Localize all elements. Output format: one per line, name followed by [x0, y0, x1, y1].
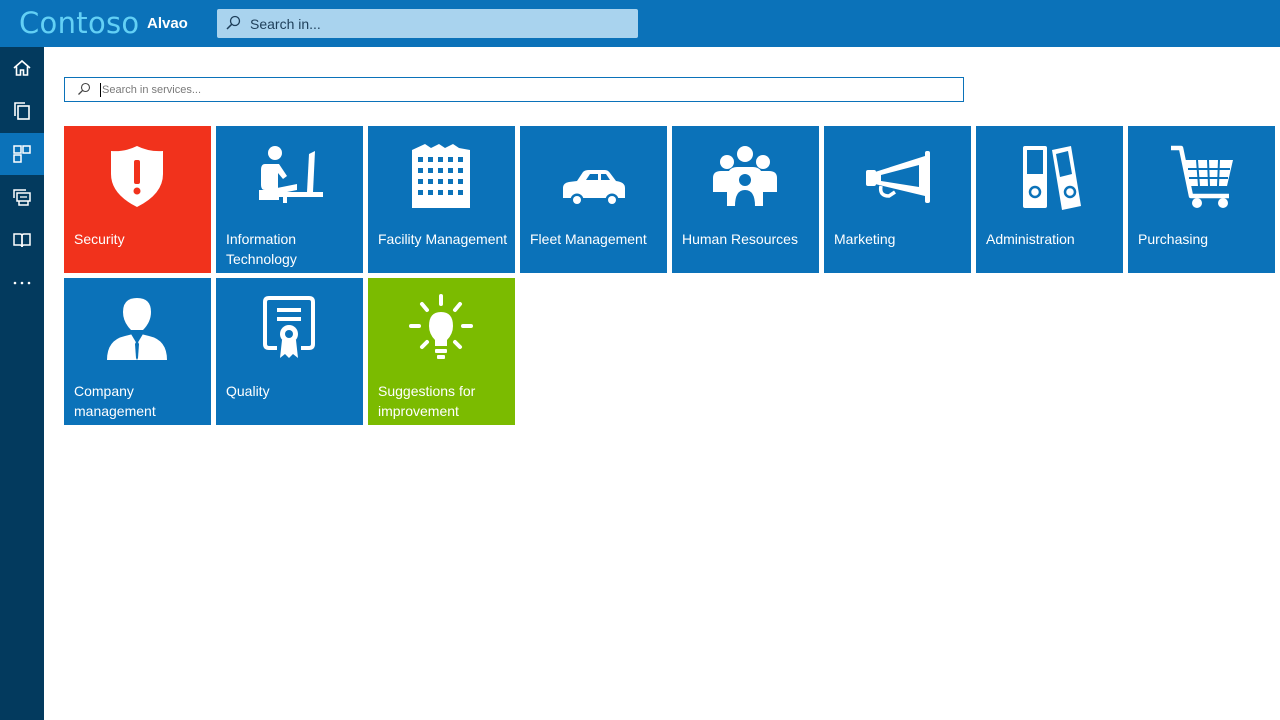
- service-tile-security[interactable]: Security: [64, 126, 211, 273]
- tile-label: Information Technology: [226, 231, 297, 267]
- tile-label: Security: [74, 231, 125, 247]
- service-search-input[interactable]: [102, 78, 952, 101]
- service-tile-administration[interactable]: Administration: [976, 126, 1123, 273]
- service-tile-quality[interactable]: Quality: [216, 278, 363, 425]
- top-bar: Contoso Alvao: [0, 0, 1280, 47]
- tile-label: Suggestions for improvement: [378, 383, 476, 419]
- app-name[interactable]: Alvao: [147, 15, 188, 32]
- binders-icon: [1023, 146, 1081, 210]
- tile-label: Quality: [226, 383, 270, 399]
- building-icon: [412, 144, 470, 208]
- service-tile-company-management[interactable]: Company management: [64, 278, 211, 425]
- shopping-cart-icon: [1171, 145, 1233, 208]
- person-at-computer-icon: [259, 146, 323, 203]
- tile-label: Marketing: [834, 231, 896, 247]
- service-tile-marketing[interactable]: Marketing: [824, 126, 971, 273]
- sidebar-item-more[interactable]: [0, 262, 44, 304]
- service-tile-facility-management[interactable]: Facility Management: [368, 126, 515, 273]
- certificate-icon: [263, 296, 315, 358]
- requests-icon: [14, 102, 30, 120]
- tile-label: Purchasing: [1138, 231, 1209, 247]
- more-icon: [13, 281, 31, 285]
- car-icon: [563, 170, 625, 207]
- knowledge-base-icon: [13, 233, 31, 248]
- tile-label: Human Resources: [682, 231, 798, 247]
- home-icon: [13, 59, 31, 76]
- search-icon: [226, 15, 241, 30]
- service-tile-fleet-management[interactable]: Fleet Management: [520, 126, 667, 273]
- service-tile-human-resources[interactable]: Human Resources: [672, 126, 819, 273]
- people-group-icon: [713, 146, 777, 206]
- brand-logo[interactable]: Contoso: [19, 6, 139, 40]
- manager-icon: [107, 298, 167, 360]
- tile-label: Company management: [74, 383, 156, 419]
- sidebar: [0, 47, 44, 720]
- tile-label: Facility Management: [378, 231, 508, 247]
- sidebar-item-home[interactable]: [0, 47, 44, 89]
- text-caret: [100, 83, 101, 97]
- tickets-icon: [13, 189, 31, 206]
- service-search[interactable]: [64, 77, 964, 102]
- service-tile-purchasing[interactable]: Purchasing: [1128, 126, 1275, 273]
- shield-exclamation-icon: [111, 146, 163, 207]
- service-catalog-icon: [13, 145, 31, 163]
- sidebar-item-requests[interactable]: [0, 90, 44, 132]
- sidebar-item-service-catalog[interactable]: [0, 133, 44, 175]
- search-icon: [78, 82, 91, 95]
- service-tile-information-technology[interactable]: Information Technology: [216, 126, 363, 273]
- global-search-input[interactable]: [250, 9, 630, 38]
- megaphone-icon: [866, 151, 930, 203]
- service-tile-suggestions-for-improvement[interactable]: Suggestions for improvement: [368, 278, 515, 425]
- tile-label: Administration: [986, 231, 1075, 247]
- sidebar-item-tickets[interactable]: [0, 176, 44, 218]
- sidebar-item-knowledge-base[interactable]: [0, 219, 44, 261]
- lightbulb-icon: [409, 294, 473, 359]
- global-search[interactable]: [217, 9, 638, 38]
- tile-label: Fleet Management: [530, 231, 647, 247]
